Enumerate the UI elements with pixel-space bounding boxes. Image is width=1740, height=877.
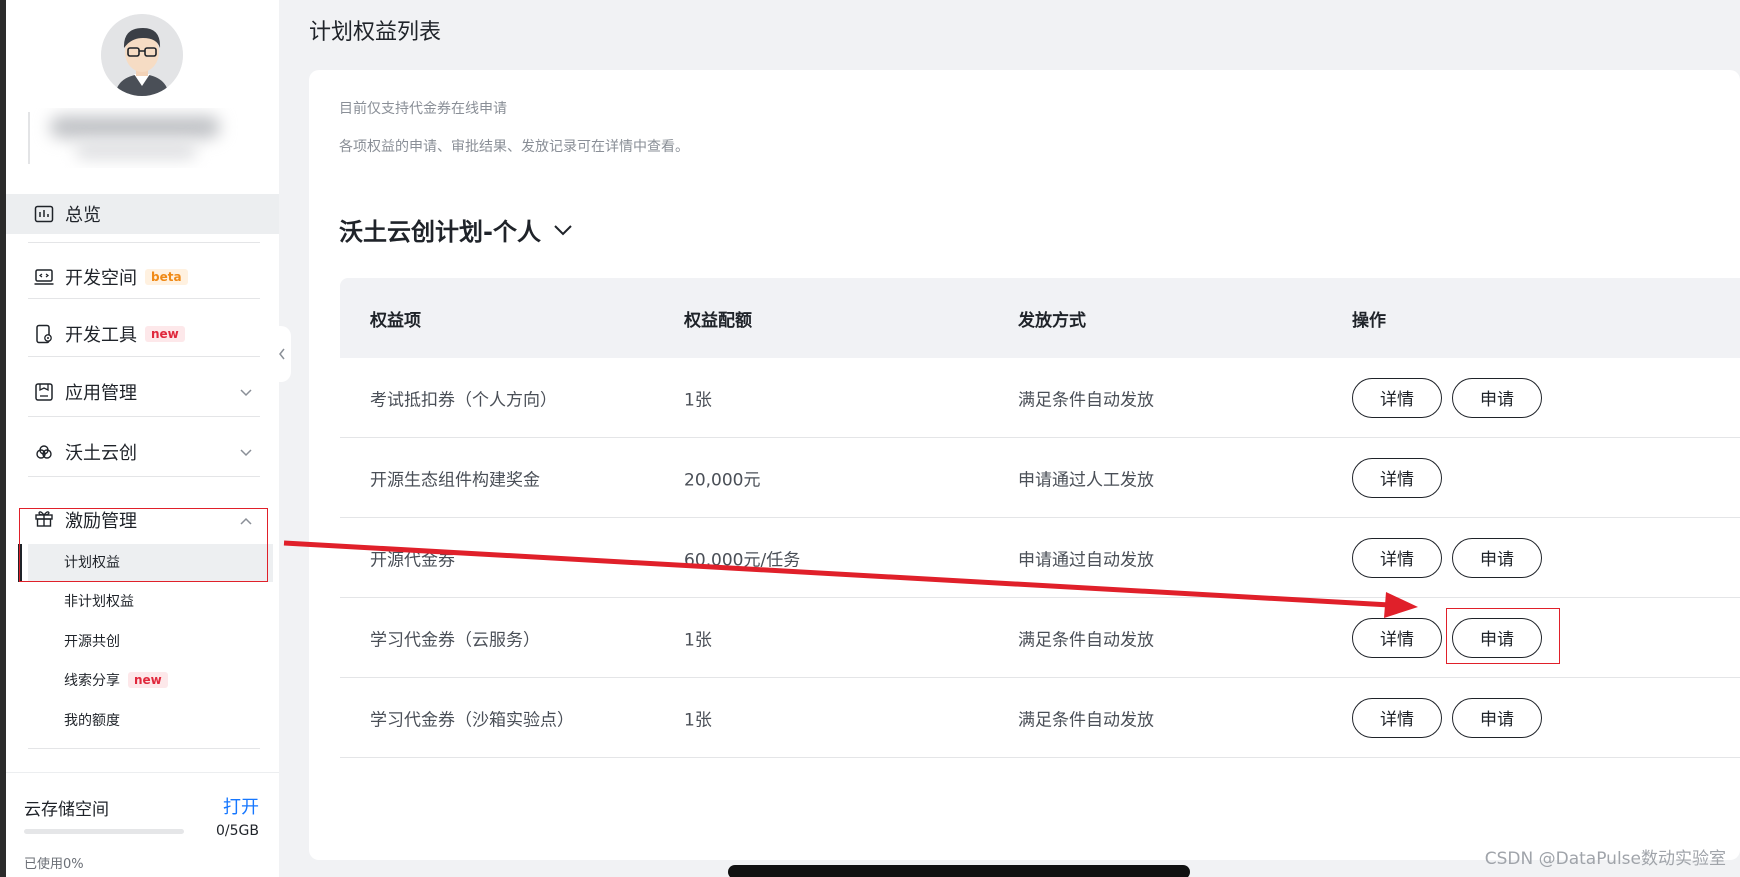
watermark: CSDN @DataPulse数动实验室: [1484, 849, 1726, 869]
annotation-arrow: [283, 540, 1418, 618]
horizontal-scrollbar[interactable]: [728, 865, 1190, 877]
